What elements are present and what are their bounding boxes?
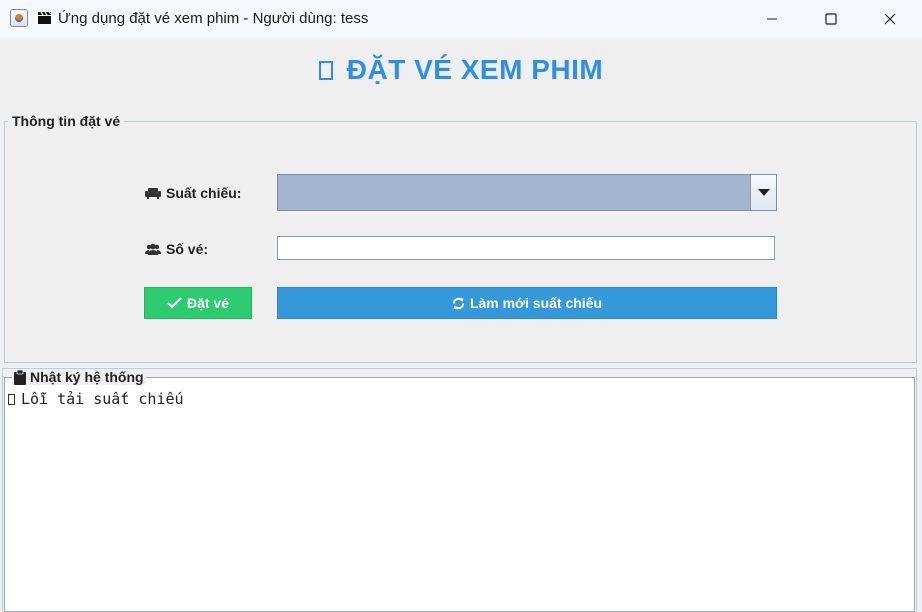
check-icon <box>167 297 182 309</box>
refresh-showtimes-label: Làm mới suất chiếu <box>469 295 603 311</box>
java-cup-icon[interactable] <box>10 9 28 27</box>
window-title: Ứng dụng đặt vé xem phim - Người dùng: t… <box>58 10 369 27</box>
minimize-icon <box>767 18 777 20</box>
ticket-count-input[interactable] <box>277 236 775 260</box>
log-line-text: Lỗi tải suất chiếu <box>21 390 184 408</box>
close-icon <box>884 13 896 25</box>
book-ticket-button[interactable]: Đặt vé <box>144 287 252 319</box>
ticket-count-label: Số vé: <box>145 241 208 257</box>
log-legend-text: Nhật ký hệ thống <box>30 369 144 385</box>
refresh-showtimes-button[interactable]: Làm mới suất chiếu <box>277 287 777 319</box>
log-line: Lỗi tải suất chiếu <box>8 390 184 408</box>
missing-glyph-icon <box>318 61 333 80</box>
showtime-select[interactable] <box>277 174 777 211</box>
showtime-label-text: Suất chiếu: <box>166 185 242 201</box>
showtime-label: Suất chiếu: <box>145 185 241 201</box>
chevron-down-icon <box>757 188 770 196</box>
close-button[interactable] <box>860 0 920 38</box>
refresh-icon <box>452 297 464 309</box>
maximize-icon <box>825 13 837 25</box>
showtime-dropdown-button[interactable] <box>750 175 776 210</box>
log-textarea[interactable] <box>4 377 915 612</box>
maximize-button[interactable] <box>801 0 861 38</box>
users-icon <box>145 243 161 255</box>
clipboard-icon <box>14 369 26 385</box>
ticket-count-label-text: Số vé: <box>166 241 209 257</box>
booking-panel-legend: Thông tin đặt vé <box>8 113 125 129</box>
book-ticket-label: Đặt vé <box>186 295 230 311</box>
page-title-text: ĐẶT VÉ XEM PHIM <box>346 54 604 85</box>
minimize-button[interactable] <box>742 0 802 38</box>
window-titlebar: Ứng dụng đặt vé xem phim - Người dùng: t… <box>0 0 922 38</box>
missing-glyph-icon <box>8 393 15 405</box>
page-title: ĐẶT VÉ XEM PHIM <box>0 54 922 86</box>
clapperboard-icon <box>38 11 52 24</box>
log-panel-legend: Nhật ký hệ thống <box>12 369 146 385</box>
couch-icon <box>145 188 161 199</box>
